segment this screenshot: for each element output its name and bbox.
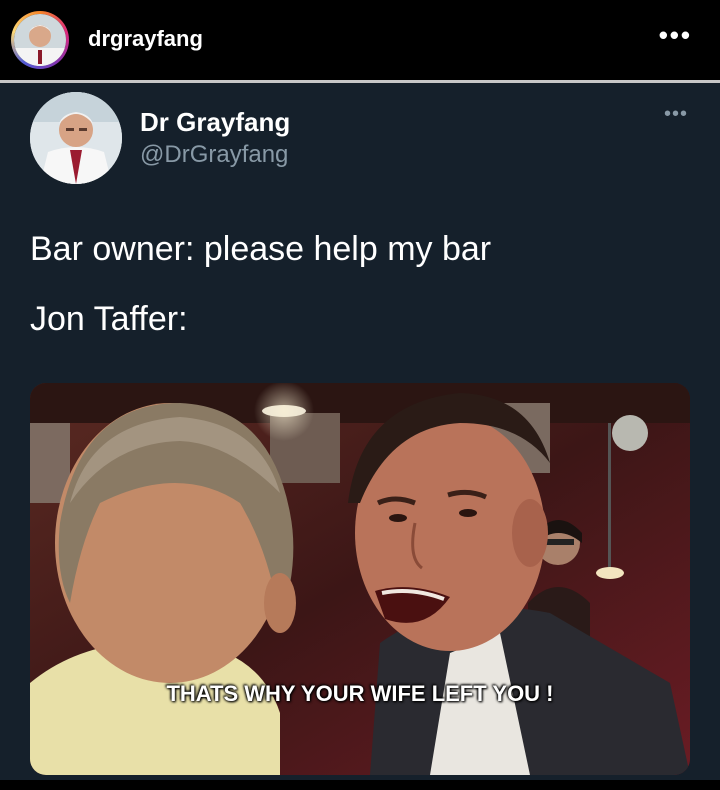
avatar-image <box>14 14 66 66</box>
instagram-username[interactable]: drgrayfang <box>88 26 203 52</box>
tweet-avatar-image <box>30 92 122 184</box>
meme-scene-image <box>30 383 690 775</box>
tweet-text-line: Bar owner: please help my bar <box>30 230 492 268</box>
profile-avatar-ring[interactable] <box>11 11 69 69</box>
more-options-icon[interactable]: ••• <box>659 20 692 51</box>
tweet-avatar[interactable] <box>30 92 122 184</box>
bottom-edge <box>0 780 720 790</box>
meme-caption: THATS WHY YOUR WIFE LEFT YOU ! <box>166 681 554 706</box>
instagram-header: drgrayfang ••• <box>0 0 720 80</box>
tweet-handle[interactable]: @DrGrayfang <box>140 141 288 169</box>
avatar[interactable] <box>14 14 66 66</box>
tweet-media-image[interactable]: THATS WHY YOUR WIFE LEFT YOU ! <box>30 383 690 775</box>
tweet-display-name[interactable]: Dr Grayfang <box>140 107 290 138</box>
tweet-text-line: Jon Taffer: <box>30 300 188 338</box>
tweet-card: Dr Grayfang @DrGrayfang ••• Bar owner: p… <box>0 83 720 780</box>
tweet-more-icon[interactable]: ••• <box>664 103 688 126</box>
